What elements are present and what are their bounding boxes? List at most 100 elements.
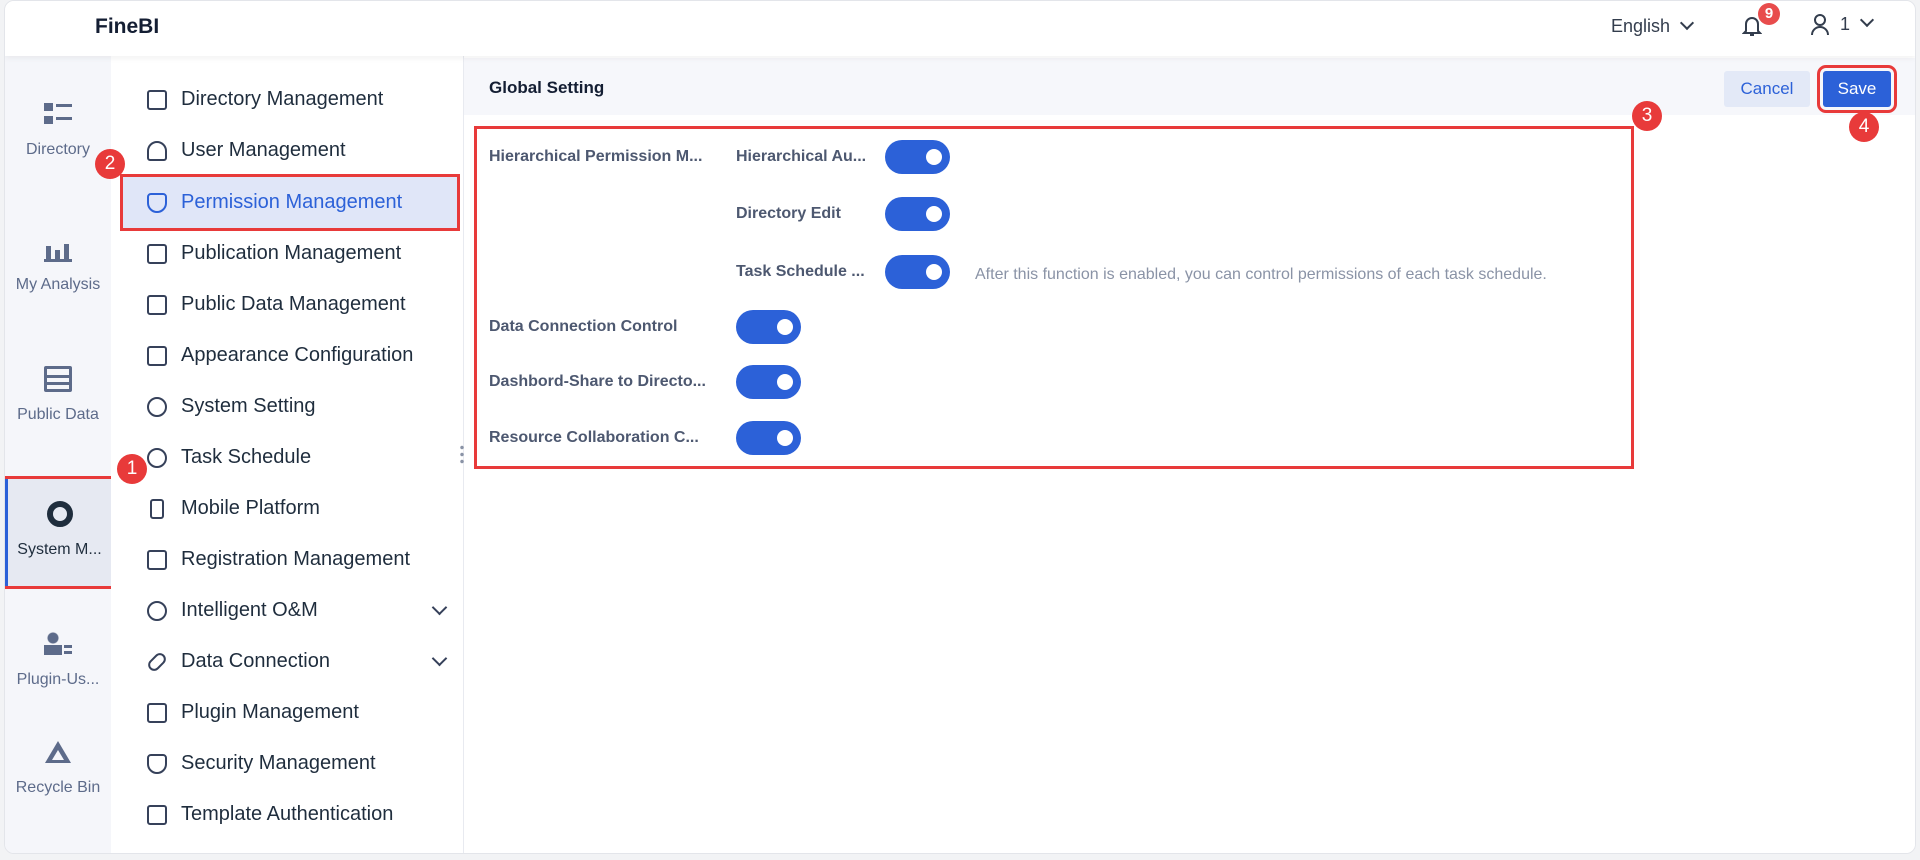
- recycle-icon: [45, 741, 71, 763]
- logo: FineBI: [95, 15, 160, 38]
- page-title: Global Setting: [489, 78, 605, 97]
- rail-item-system-management[interactable]: System M...: [5, 476, 114, 589]
- annotation-badge: 1: [117, 454, 147, 484]
- language-label: English: [1611, 16, 1671, 36]
- rail-item-directory[interactable]: Directory: [5, 101, 111, 159]
- menu-item-task-schedule[interactable]: Task Schedule: [123, 432, 457, 483]
- menu-item-system-setting[interactable]: System Setting: [123, 381, 457, 432]
- menu-label: Task Schedule: [181, 446, 312, 468]
- directory-edit-toggle[interactable]: [885, 197, 950, 231]
- registration-icon: [147, 549, 167, 570]
- rail-label: Public Data: [17, 406, 99, 423]
- rail-label: System M...: [17, 541, 102, 558]
- shield-plus-icon: [147, 753, 167, 774]
- menu-item-appearance-configuration[interactable]: Appearance Configuration: [123, 330, 457, 381]
- hint-text: After this function is enabled, you can …: [975, 266, 1547, 283]
- setting-label: Resource Collaboration C...: [489, 429, 699, 446]
- menu-label: Intelligent O&M: [181, 599, 318, 621]
- menu-item-publication-management[interactable]: Publication Management: [123, 228, 457, 279]
- rail-item-plugin-user[interactable]: Plugin-Us...: [5, 631, 111, 689]
- menu-label: Publication Management: [181, 242, 402, 264]
- menu-item-security-management[interactable]: Security Management: [123, 738, 457, 789]
- rail-label: Plugin-Us...: [16, 671, 100, 688]
- user-name: 1: [1840, 13, 1851, 34]
- annotation-badge: 2: [95, 149, 125, 179]
- menu-item-user-management[interactable]: User Management: [123, 125, 457, 176]
- menu-item-template-authentication[interactable]: Template Authentication: [123, 789, 457, 840]
- annotation-badge: 3: [1632, 101, 1662, 131]
- database-icon: [44, 366, 72, 392]
- rail-item-my-analysis[interactable]: My Analysis: [5, 236, 111, 294]
- chevron-down-icon: [431, 599, 448, 616]
- user-menu[interactable]: 1: [1810, 12, 1875, 35]
- chevron-down-icon: [1679, 15, 1695, 31]
- cancel-button[interactable]: Cancel: [1724, 71, 1810, 107]
- setting-label: Dashbord-Share to Directo...: [489, 373, 706, 390]
- menu-label: Security Management: [181, 752, 376, 774]
- rail-item-recycle-bin[interactable]: Recycle Bin: [5, 739, 111, 797]
- menu-label: Registration Management: [181, 548, 411, 570]
- menu-item-intelligent-om[interactable]: Intelligent O&M: [123, 585, 457, 636]
- top-bar: FineBI English 9 1: [5, 1, 1915, 56]
- rail-label: Recycle Bin: [15, 779, 101, 796]
- hierarchical-authorization-toggle[interactable]: [885, 140, 950, 174]
- menu-item-registration-management[interactable]: Registration Management: [123, 534, 457, 585]
- global-setting-panel: Global Setting Cancel Save Hierarchical …: [464, 56, 1915, 853]
- gear-icon: [46, 501, 73, 527]
- chevron-down-icon: [1859, 12, 1875, 28]
- paperclip-icon: [145, 650, 169, 673]
- left-rail: Directory My Analysis Public Data System…: [5, 56, 114, 853]
- system-menu: Directory Management User Management Per…: [111, 56, 464, 853]
- menu-label: Public Data Management: [181, 293, 406, 315]
- language-select[interactable]: English: [1611, 15, 1695, 37]
- layout-icon: [147, 243, 167, 264]
- menu-label: User Management: [181, 139, 346, 161]
- dashboard-share-toggle[interactable]: [736, 365, 801, 399]
- chart-icon: [44, 236, 72, 262]
- menu-item-data-connection[interactable]: Data Connection: [123, 636, 457, 687]
- menu-label: System Setting: [181, 395, 316, 417]
- menu-item-plugin-management[interactable]: Plugin Management: [123, 687, 457, 738]
- user-icon: [1811, 14, 1829, 35]
- notification-badge: 9: [1758, 3, 1780, 25]
- save-button[interactable]: Save: [1817, 65, 1897, 113]
- menu-label: Permission Management: [181, 191, 403, 213]
- document-edit-icon: [147, 804, 167, 825]
- setting-label: Task Schedule ...: [736, 263, 865, 280]
- mobile-icon: [150, 498, 164, 519]
- resource-collaboration-toggle[interactable]: [736, 421, 801, 455]
- group-label: Hierarchical Permission M...: [489, 148, 703, 165]
- gear-icon: [147, 396, 167, 417]
- rail-item-public-data[interactable]: Public Data: [5, 366, 111, 424]
- menu-item-mobile-platform[interactable]: Mobile Platform: [123, 483, 457, 534]
- chevron-down-icon: [431, 650, 448, 667]
- radar-icon: [147, 600, 167, 621]
- menu-item-directory-management[interactable]: Directory Management: [123, 74, 457, 125]
- menu-item-permission-management[interactable]: Permission Management: [120, 174, 460, 231]
- settings-highlight: [474, 126, 1634, 469]
- timer-icon: [147, 447, 167, 468]
- setting-label: Hierarchical Au...: [736, 148, 867, 165]
- user-icon: [147, 140, 167, 161]
- shield-key-icon: [147, 192, 167, 213]
- directory-icon: [44, 101, 72, 127]
- task-schedule-toggle[interactable]: [885, 255, 950, 289]
- menu-label: Plugin Management: [181, 701, 359, 723]
- paint-roller-icon: [147, 345, 167, 366]
- menu-label: Mobile Platform: [181, 497, 320, 519]
- setting-label: Data Connection Control: [489, 318, 678, 335]
- menu-label: Data Connection: [181, 650, 330, 672]
- rail-label: Directory: [25, 141, 90, 158]
- rail-label: My Analysis: [15, 276, 101, 293]
- briefcase-icon: [147, 294, 167, 315]
- user-list-icon: [44, 631, 72, 657]
- data-connection-control-toggle[interactable]: [736, 310, 801, 344]
- menu-item-public-data-management[interactable]: Public Data Management: [123, 279, 457, 330]
- list-icon: [147, 89, 167, 110]
- panel-header: Global Setting Cancel Save: [464, 58, 1915, 115]
- puzzle-icon: [147, 702, 167, 723]
- menu-label: Directory Management: [181, 88, 384, 110]
- menu-label: Appearance Configuration: [181, 344, 414, 366]
- setting-label: Directory Edit: [736, 205, 841, 222]
- app-window: FineBI English 9 1 Directory My Analysis…: [4, 0, 1916, 854]
